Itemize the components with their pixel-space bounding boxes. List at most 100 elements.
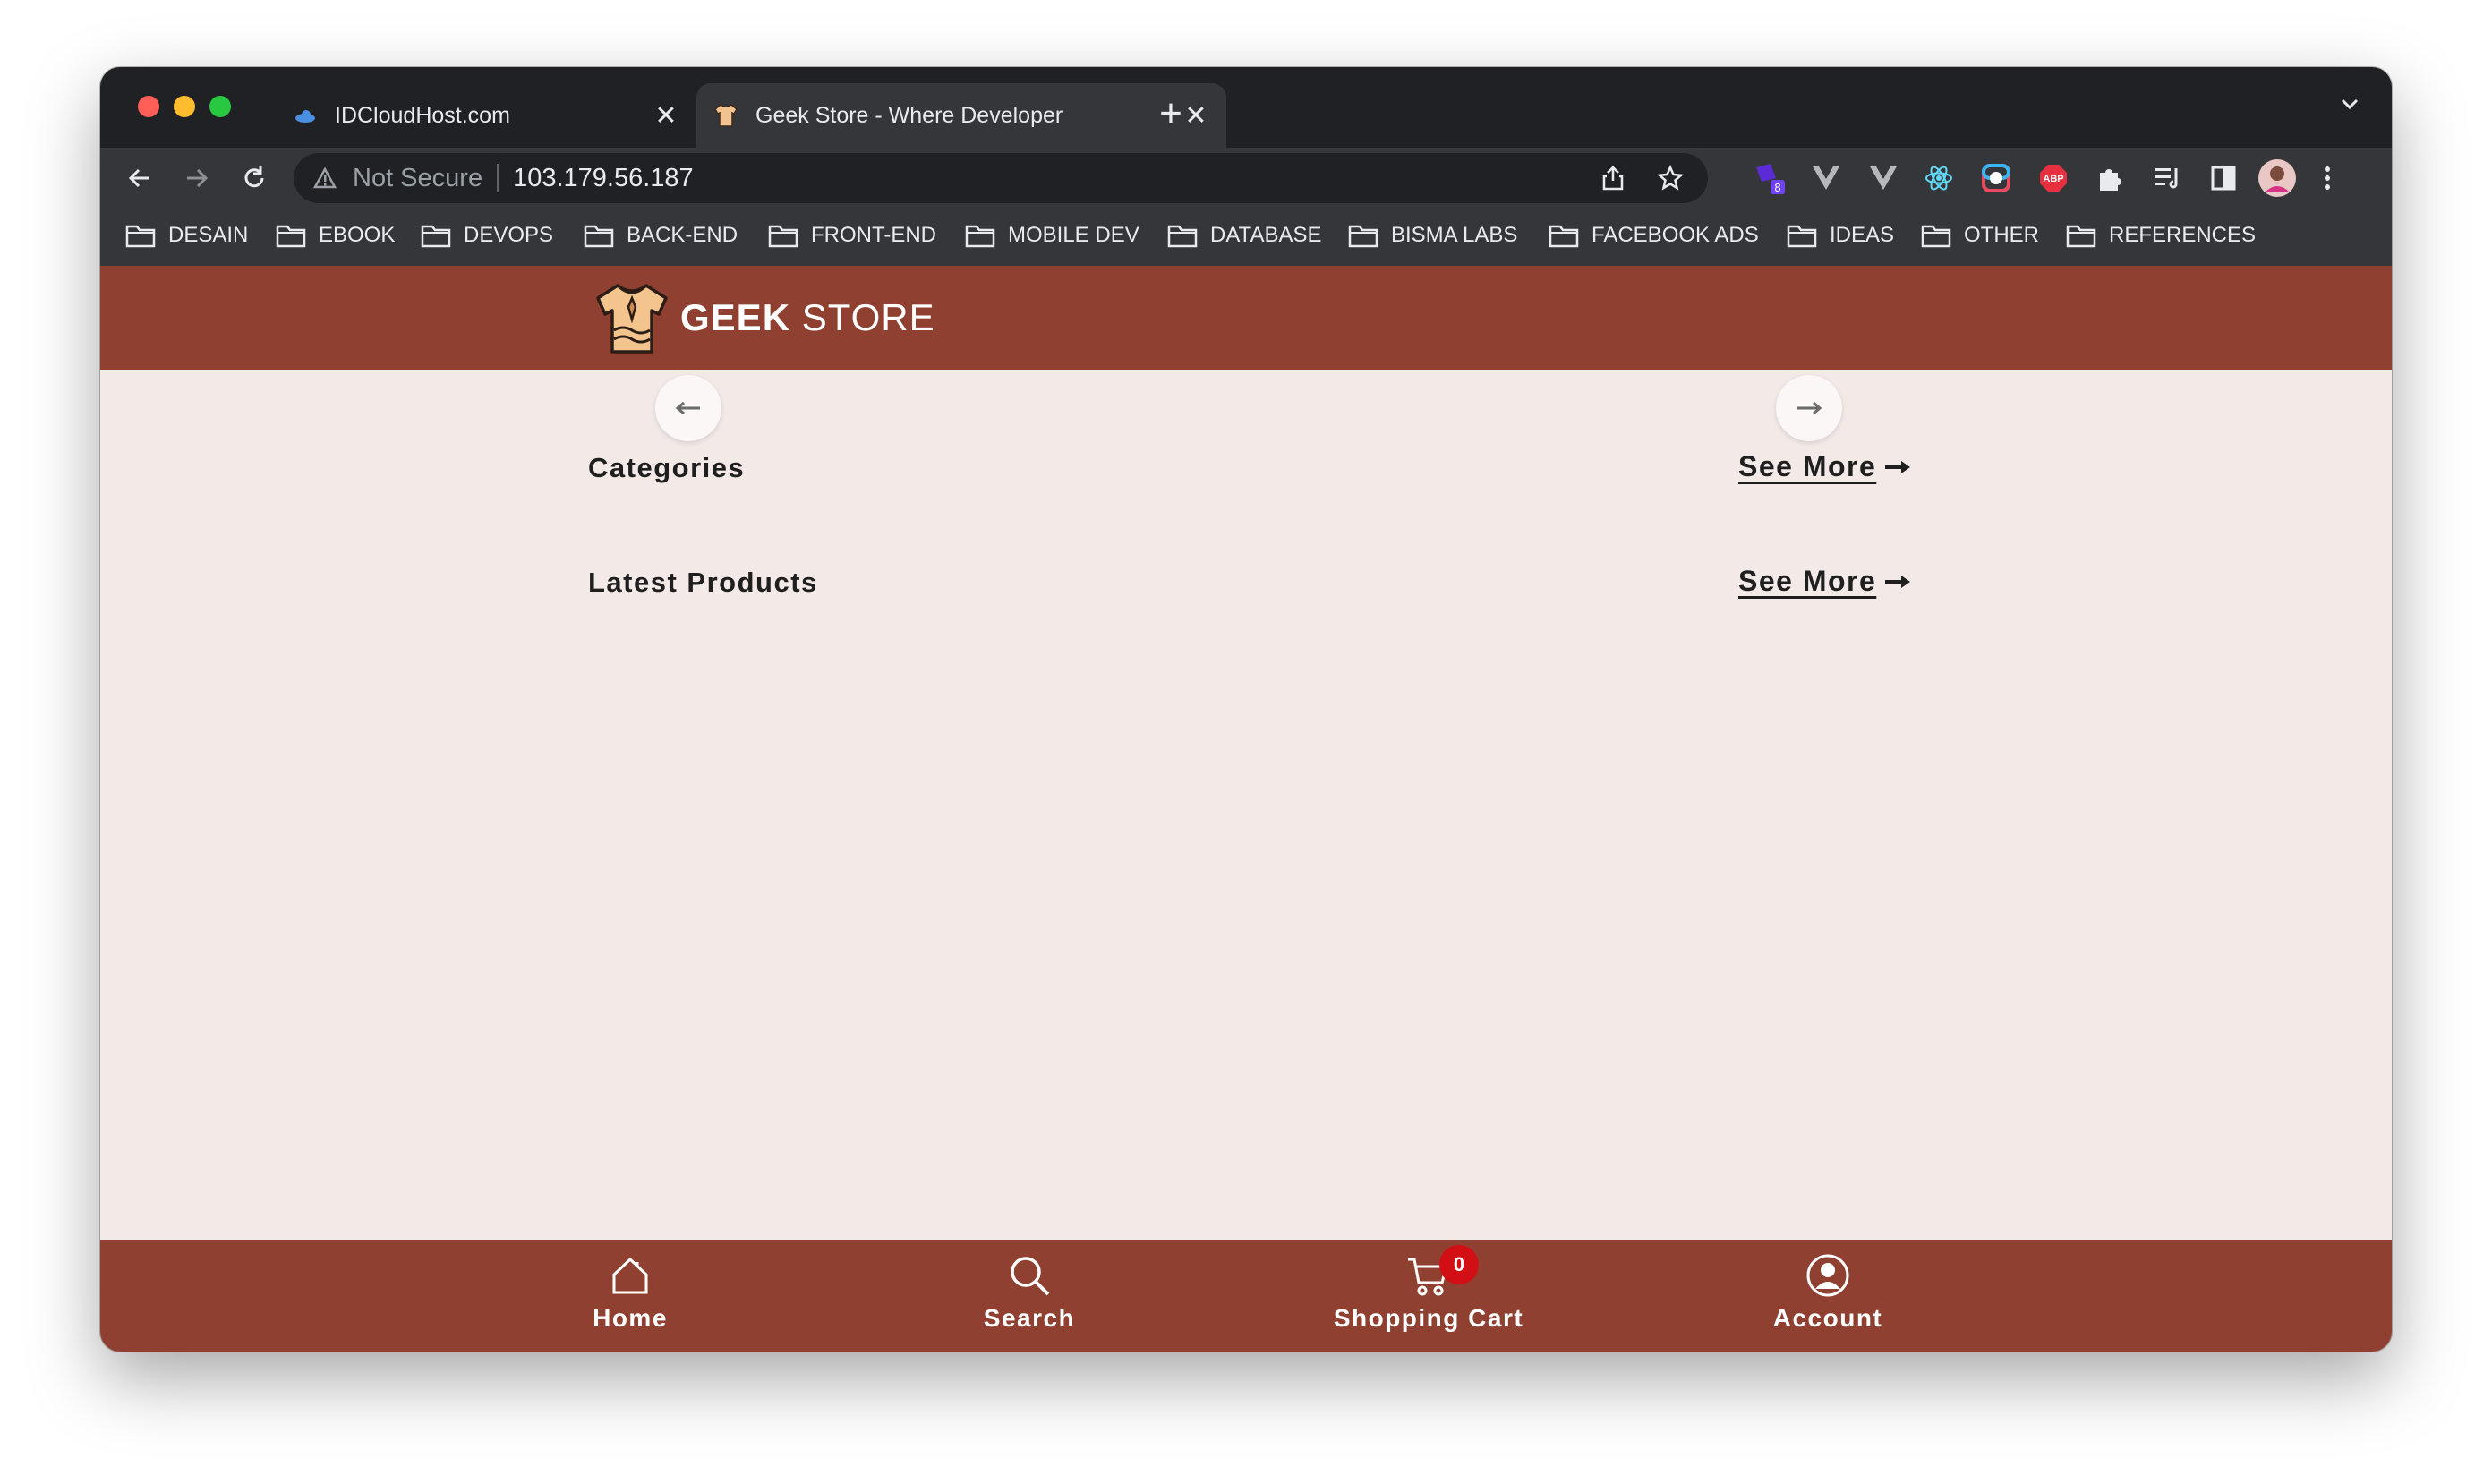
tab-strip: IDCloudHost.com ✕ Geek Store - Where Dev… [100,67,2392,148]
extension-puzzle-purple-icon[interactable]: 8 [1749,158,1788,198]
shirt-favicon-icon [713,102,739,129]
side-panel-icon[interactable] [2204,158,2243,198]
shirt-logo-icon [596,284,668,354]
tab-search-chevron-icon[interactable] [2340,98,2360,115]
nav-search[interactable]: Search [913,1252,1146,1342]
reload-icon[interactable] [235,158,274,198]
account-user-icon [1805,1252,1851,1299]
maximize-window-button[interactable] [209,96,231,117]
bookmark-folder[interactable]: BACK-END [584,219,738,252]
folder-icon [965,225,995,248]
svg-text:ABP: ABP [2043,174,2063,184]
folder-icon [584,225,614,248]
categories-heading: Categories [588,452,746,483]
close-window-button[interactable] [138,96,159,117]
folder-icon [1348,225,1378,248]
warning-triangle-icon[interactable] [313,167,342,189]
security-label[interactable]: Not Secure [353,164,482,193]
folder-icon [421,225,451,248]
extensions-puzzle-icon[interactable] [2091,158,2130,198]
folder-icon [2066,225,2096,248]
carousel-next-button[interactable] [1776,375,1842,441]
bookmark-label: BISMA LABS [1391,223,1518,247]
bookmark-folder[interactable]: BISMA LABS [1348,219,1517,252]
back-arrow-icon[interactable] [120,158,159,198]
nav-account[interactable]: Account [1711,1252,1944,1342]
nav-shopping-cart[interactable]: 0 Shopping Cart [1312,1245,1545,1342]
latest-products-heading: Latest Products [588,567,818,598]
folder-icon [1787,225,1817,248]
profile-avatar[interactable] [2257,158,2297,198]
bookmark-folder[interactable]: REFERENCES [2066,219,2256,252]
home-icon [607,1252,653,1299]
bookmark-folder[interactable]: OTHER [1921,219,2039,252]
nav-home[interactable]: Home [514,1252,747,1342]
shopping-cart-icon: 0 [1405,1245,1479,1299]
site-logo[interactable]: GEEK STORE [591,280,935,355]
vue-devtools-alt-icon[interactable] [1864,158,1903,198]
reading-list-icon[interactable] [2148,158,2188,198]
bookmark-label: FRONT-END [811,223,936,247]
share-icon[interactable] [1593,158,1633,198]
bookmark-folder[interactable]: FRONT-END [768,219,936,252]
bookmark-label: REFERENCES [2109,223,2257,247]
folder-icon [1167,225,1198,248]
bookmark-folder[interactable]: FACEBOOK ADS [1549,219,1759,252]
bookmark-label: EBOOK [319,223,396,247]
bookmark-label: DESAIN [168,223,249,247]
address-bar[interactable]: Not Secure 103.179.56.187 [294,153,1708,203]
minimize-window-button[interactable] [174,96,195,117]
arrow-right-icon [1797,401,1822,415]
folder-icon [768,225,798,248]
bookmark-label: DEVOPS [464,223,554,247]
tab-geek-store[interactable]: Geek Store - Where Developer ✕ [696,83,1226,148]
bookmark-label: MOBILE DEV [1008,223,1139,247]
search-icon [1006,1252,1053,1299]
browser-menu-icon[interactable] [2308,158,2347,198]
adblock-plus-icon[interactable]: ABP [2034,158,2073,198]
folder-icon [1549,225,1579,248]
browser-window: IDCloudHost.com ✕ Geek Store - Where Dev… [100,67,2392,1352]
bookmark-folder[interactable]: MOBILE DEV [965,219,1139,252]
tab-title: Geek Store - Where Developer [755,102,1063,128]
main-content: Categories See More Latest Products See … [100,370,2392,1240]
color-picker-icon[interactable] [1976,158,2016,198]
bookmarks-bar: DESAIN EBOOK DEVOPS BACK-END FRONT-END M… [100,207,2392,267]
folder-icon [276,225,306,248]
new-tab-icon[interactable]: + [1149,94,1192,137]
arrow-right-icon [1883,459,1912,475]
extension-badge: 8 [1774,181,1780,194]
bookmark-label: IDEAS [1830,223,1895,247]
browser-toolbar: Not Secure 103.179.56.187 8 ABP [100,148,2392,207]
bookmark-label: FACEBOOK ADS [1592,223,1759,247]
vue-devtools-icon[interactable] [1806,158,1846,198]
bookmark-folder[interactable]: DATABASE [1167,219,1321,252]
bookmark-label: OTHER [1964,223,2039,247]
cloud-icon [292,102,319,129]
latest-products-see-more-link[interactable]: See More [1738,565,1912,598]
bookmark-folder[interactable]: EBOOK [276,219,395,252]
bookmark-label: DATABASE [1210,223,1322,247]
folder-icon [1921,225,1951,248]
url-text[interactable]: 103.179.56.187 [513,164,1593,193]
brand-name: GEEK STORE [680,296,935,338]
site-header: GEEK STORE [100,266,2392,370]
categories-see-more-link[interactable]: See More [1738,450,1912,483]
react-devtools-icon[interactable] [1919,158,1959,198]
tab-title: IDCloudHost.com [335,102,510,128]
arrow-right-icon [1883,574,1912,590]
folder-icon [125,225,156,248]
bookmark-star-icon[interactable] [1651,158,1690,198]
bottom-navigation: Home Search 0 Shopping Cart Account [100,1240,2392,1352]
arrow-left-icon [675,401,700,415]
address-divider [497,164,499,192]
cart-count-badge: 0 [1439,1245,1479,1284]
forward-arrow-icon[interactable] [177,158,217,198]
bookmark-folder[interactable]: DEVOPS [421,219,553,252]
bookmark-folder[interactable]: DESAIN [125,219,248,252]
bookmark-label: BACK-END [627,223,738,247]
carousel-prev-button[interactable] [655,375,721,441]
tab-idcloudhost[interactable]: IDCloudHost.com ✕ [276,83,696,148]
bookmark-folder[interactable]: IDEAS [1787,219,1894,252]
close-tab-icon[interactable]: ✕ [648,100,684,132]
